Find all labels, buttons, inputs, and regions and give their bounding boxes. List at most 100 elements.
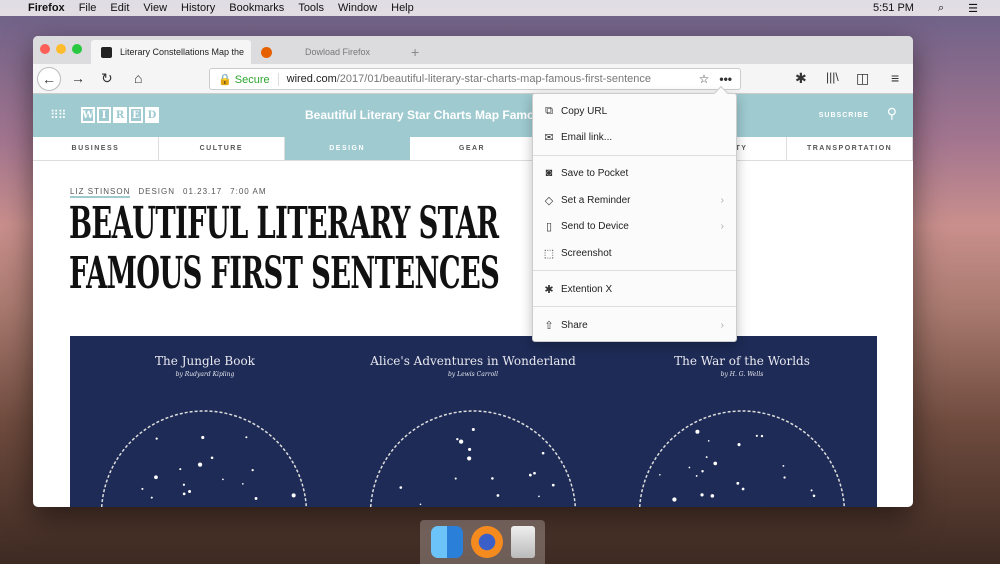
menu-screenshot[interactable]: ⬚ Screenshot [533,241,736,265]
nav-transportation[interactable]: TRANSPORTATION [787,137,913,160]
macos-menubar: Firefox File Edit View History Bookmarks… [0,0,1000,16]
tab-literary[interactable]: Literary Constellations Map the [91,40,251,64]
star-dot [812,494,816,498]
star-dot [188,490,192,494]
menu-bookmarks[interactable]: Bookmarks [229,2,284,14]
star-dot [197,462,203,467]
wired-favicon [101,46,112,58]
tab-bar: Literary Constellations Map the Dowload … [33,36,913,64]
zoom-window-button[interactable] [72,44,82,54]
menu-set-reminder[interactable]: ◇ Set a Reminder › [533,188,736,212]
search-icon[interactable]: ⚲ [887,105,897,122]
trash-icon[interactable] [510,526,535,558]
star-dot [210,456,214,460]
menu-copy-url[interactable]: ⧉ Copy URL [533,99,736,123]
menu-edit[interactable]: Edit [110,2,129,14]
url-path: /2017/01/beautiful-literary-star-charts-… [336,73,651,85]
headline-line-1: BEAUTIFUL LITERARY STAR [69,198,499,249]
back-button[interactable]: ← [37,67,61,91]
star-dot [242,483,244,485]
wired-logo[interactable]: WIRED [81,107,159,123]
menu-view[interactable]: View [143,2,167,14]
star-dot [695,429,700,434]
section-nav: BUSINESS CULTURE DESIGN GEAR SECURITY TR… [33,137,913,161]
menu-send-device[interactable]: ▯ Send to Device › [533,214,736,238]
nav-business[interactable]: BUSINESS [33,137,159,160]
sidebar-icon[interactable]: ◫ [856,70,869,87]
star-dot [222,478,224,481]
star-dot [419,503,422,506]
nav-design[interactable]: DESIGN [284,137,410,160]
menu-history[interactable]: History [181,2,215,14]
url-bar[interactable]: 🔒 Secure wired.com/2017/01/beautiful-lit… [209,68,741,90]
notification-icon[interactable]: ☰ [968,2,978,15]
clock[interactable]: 5:51 PM [873,2,914,15]
home-button[interactable]: ⌂ [134,70,142,86]
star-dot [701,470,704,473]
firefox-favicon [261,46,272,58]
dock [420,520,545,564]
star-dot [182,492,186,496]
reload-button[interactable]: ↻ [101,70,113,87]
byline-date: 01.23.17 [183,187,223,196]
star-dot [705,456,708,458]
constellation-chart [638,410,846,507]
star-dot [755,434,758,437]
minimize-window-button[interactable] [56,44,66,54]
star-dot [454,477,457,480]
menu-tools[interactable]: Tools [298,2,324,14]
extension-icon: ✱ [544,283,554,296]
subscribe-link[interactable]: SUBSCRIBE [819,112,869,119]
star-dot [155,437,158,440]
star-dot [468,447,472,451]
chevron-right-icon: › [720,220,724,232]
forward-button[interactable]: → [71,70,85,86]
menu-app[interactable]: Firefox [28,2,65,14]
hamburger-menu-icon[interactable]: ≡ [891,70,899,86]
star-dot [741,487,745,491]
menu-extension-x[interactable]: ✱ Extention X [533,277,736,301]
firefox-icon[interactable] [470,526,503,558]
device-icon: ▯ [545,220,553,233]
tab-label: Dowload Firefox [305,47,371,57]
star-dot [245,436,248,439]
url-domain: wired.com [286,73,337,85]
star-dot [710,494,715,498]
nav-culture[interactable]: CULTURE [159,137,285,160]
star-dot [471,427,475,431]
menu-save-pocket[interactable]: ◙ Save to Pocket [533,161,736,185]
menu-email-link[interactable]: ✉ Email link... [533,125,736,149]
byline-section[interactable]: DESIGN [138,187,175,198]
star-dot [659,473,661,476]
chevron-right-icon: › [720,319,724,331]
extension-icon[interactable]: ✱ [795,70,807,87]
site-article-title: Beautiful Literary Star Charts Map Famou… [305,108,535,122]
menu-window[interactable]: Window [338,2,377,14]
star-dot [551,483,555,487]
author-link[interactable]: LIZ STINSON [70,187,131,198]
star-dot [688,466,691,469]
headline-line-2: FAMOUS FIRST SENTENCES [69,248,500,299]
menu-share[interactable]: ⇧ Share › [533,313,736,337]
library-icon[interactable]: |||\ [826,70,839,84]
star-dot [179,468,182,471]
new-tab-button[interactable]: + [411,44,419,60]
site-header: ⠿⠿ WIRED Beautiful Literary Star Charts … [33,94,913,137]
menu-help[interactable]: Help [391,2,414,14]
nav-gear[interactable]: GEAR [410,137,536,160]
menu-file[interactable]: File [79,2,97,14]
bookmark-star-icon[interactable]: ☆ [699,72,710,86]
spotlight-icon[interactable]: ⌕ [938,2,944,15]
star-dot [810,489,813,492]
close-window-button[interactable] [40,44,50,54]
star-dot [467,456,472,461]
star-dot [707,440,710,442]
star-dot [141,487,144,490]
finder-icon[interactable] [430,526,463,558]
secure-indicator[interactable]: 🔒 Secure [218,72,279,86]
page-actions-button[interactable]: ••• [719,72,732,86]
grid-menu-icon[interactable]: ⠿⠿ [50,108,67,122]
reminder-icon: ◇ [544,194,554,207]
tab-download-firefox[interactable]: Dowload Firefox [251,40,411,64]
star-dot [150,496,153,499]
